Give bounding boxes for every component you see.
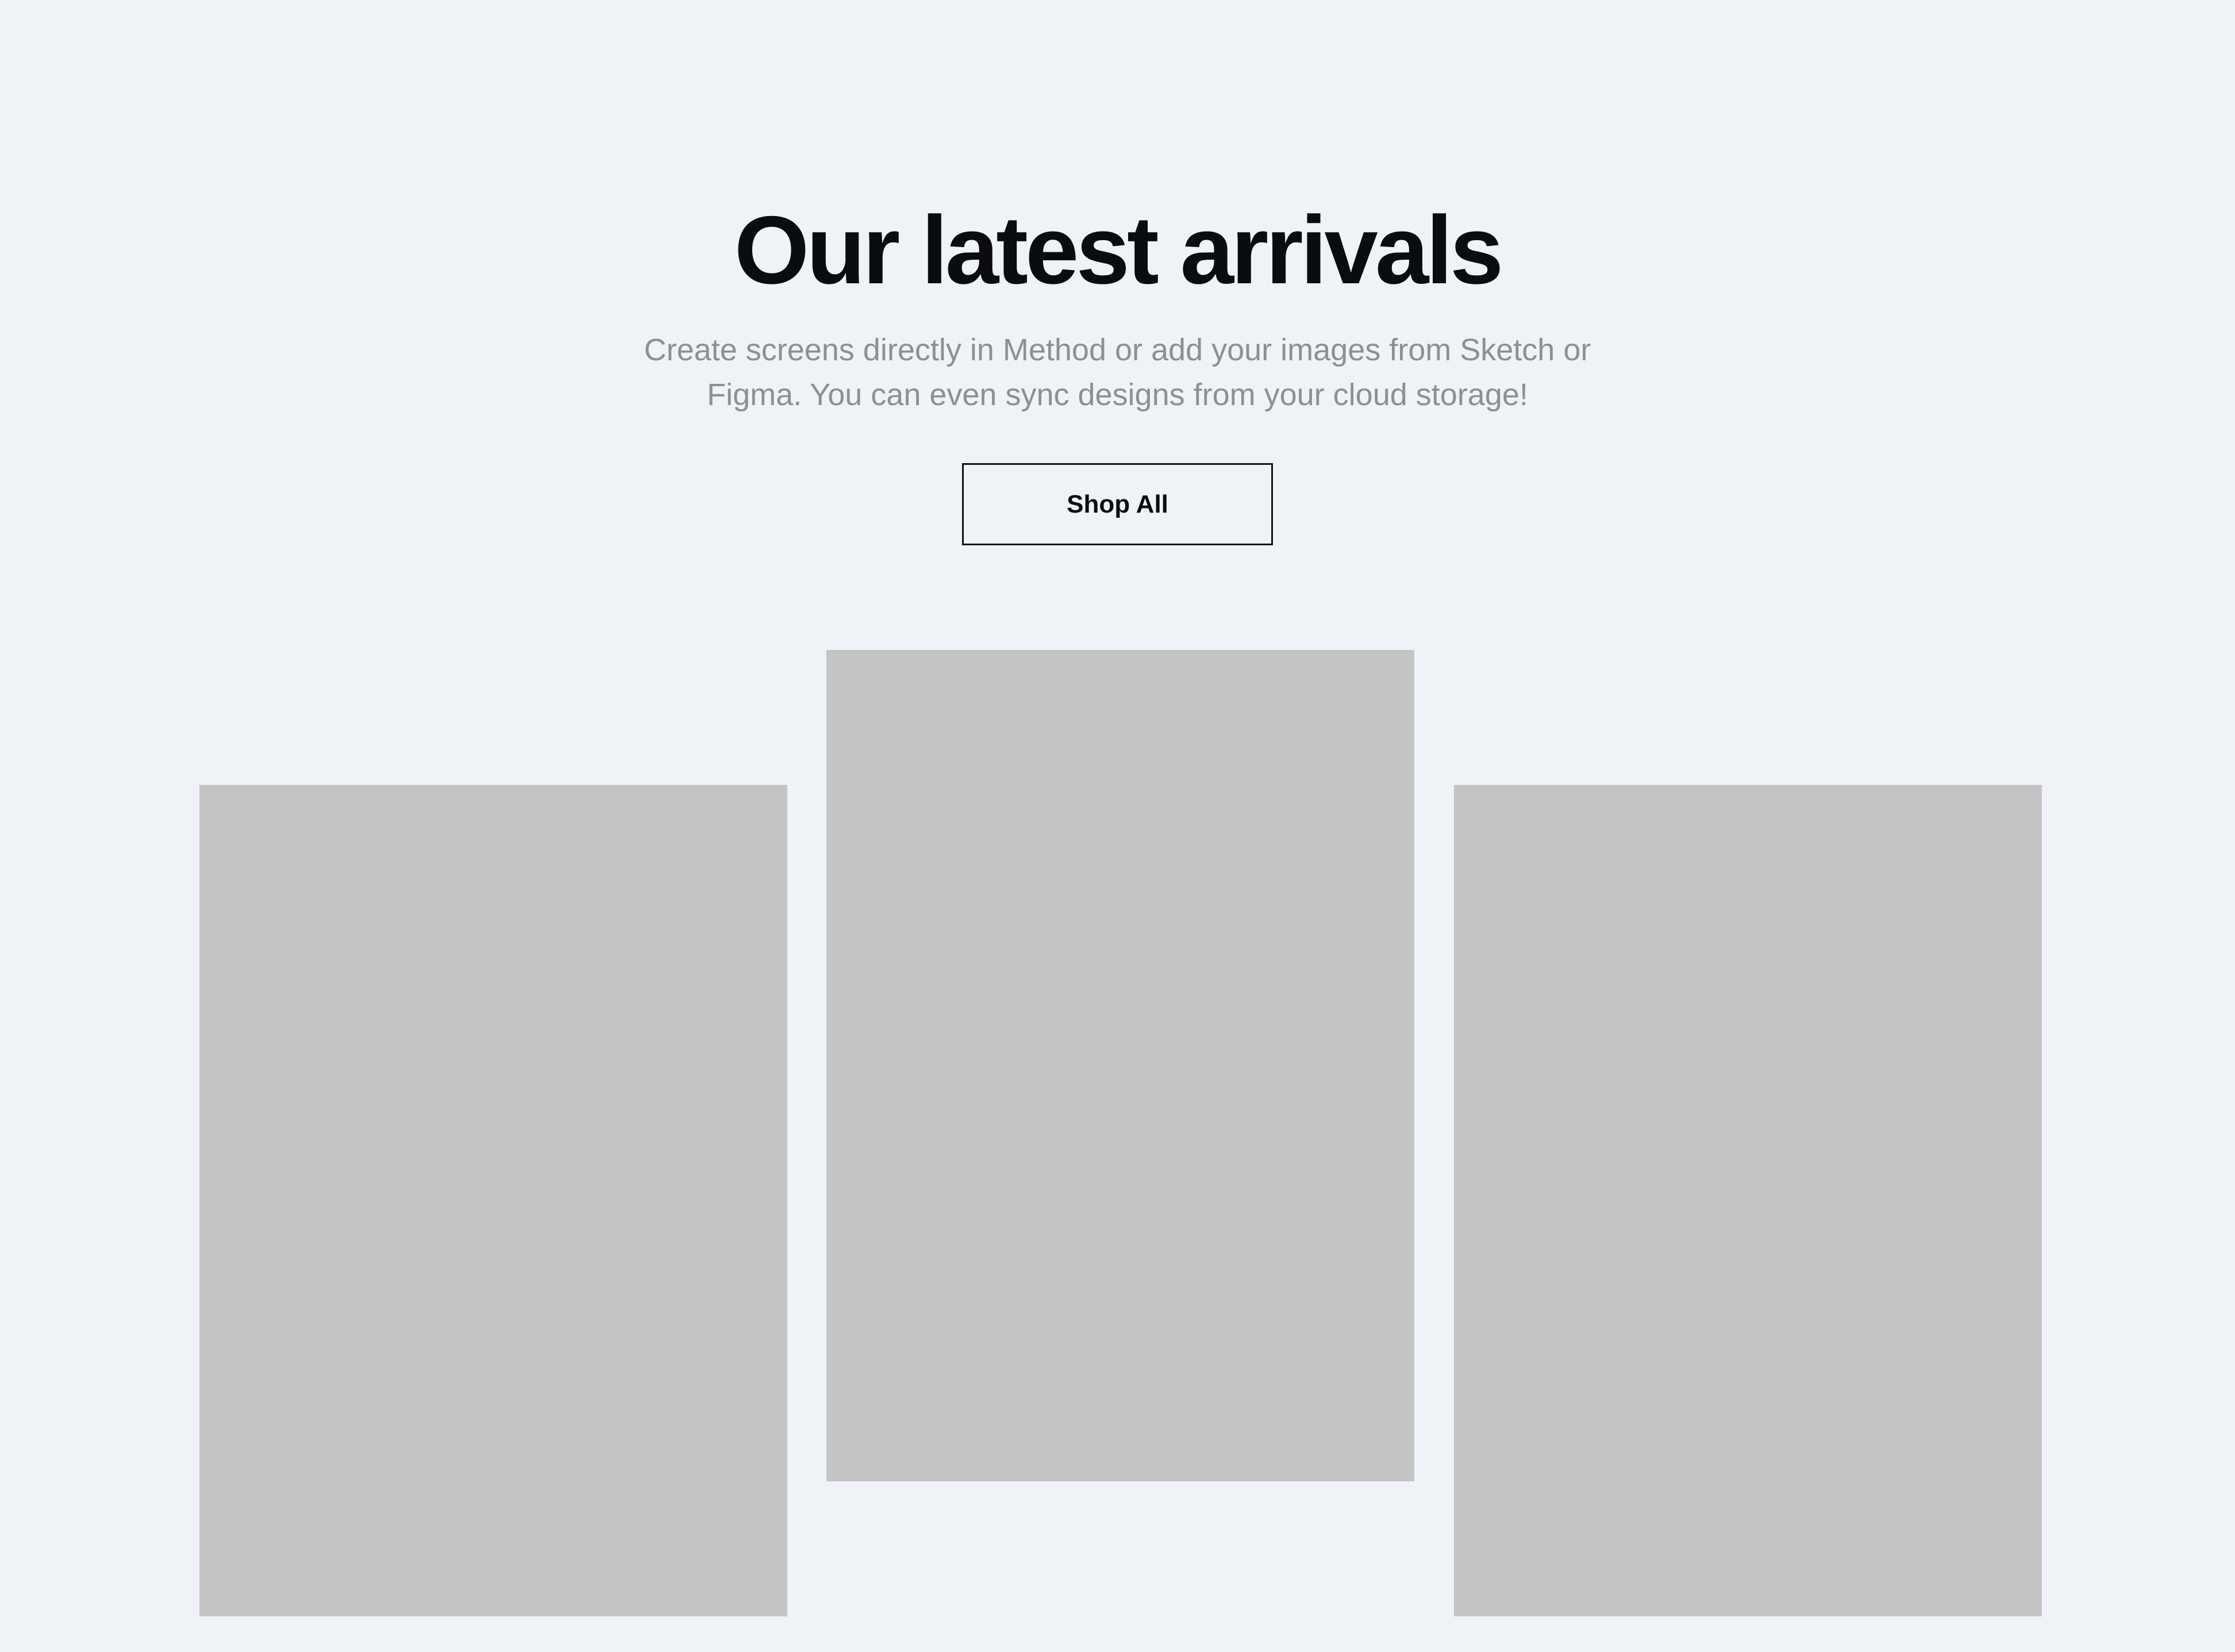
shop-all-button[interactable]: Shop All (962, 463, 1273, 545)
product-card-center[interactable] (826, 650, 1414, 1481)
section-title: Our latest arrivals (734, 196, 1504, 304)
product-card-left[interactable] (199, 785, 787, 1616)
latest-arrivals-section: Our latest arrivals Create screens direc… (0, 0, 2235, 1652)
section-subtitle: Create screens directly in Method or add… (644, 333, 1591, 412)
product-card-right[interactable] (1454, 785, 2042, 1616)
